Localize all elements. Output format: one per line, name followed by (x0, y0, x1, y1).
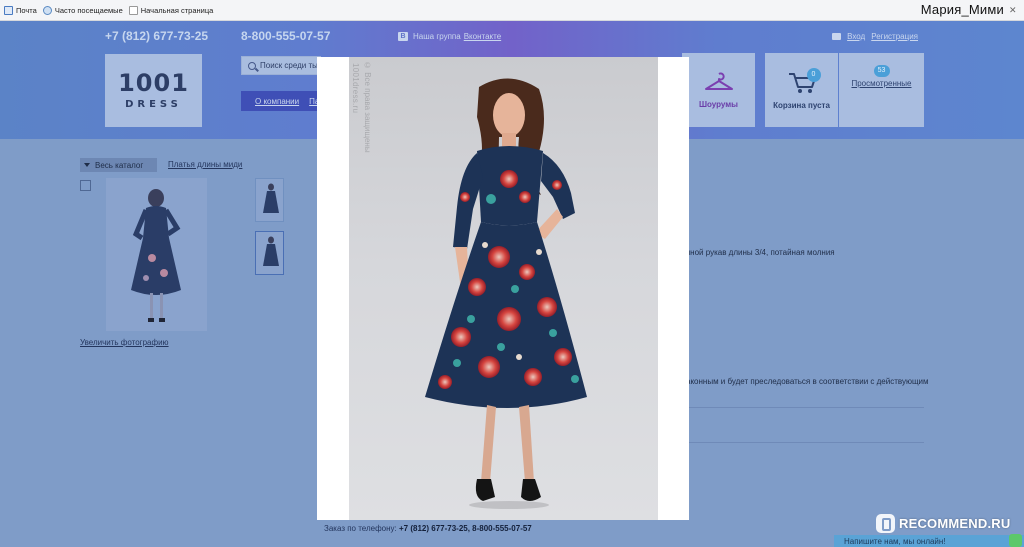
cart-icon: 0 (787, 67, 821, 95)
enlarge-photo-link[interactable]: Увеличить фотографию (80, 338, 169, 347)
bookmarks-bar: Почта Часто посещаемые Начальная страниц… (0, 0, 1024, 21)
divider (686, 407, 924, 408)
recommend-brand: RECOMMEND.RU (899, 516, 1011, 531)
legal-notice: аконным и будет преследоваться в соответ… (686, 377, 929, 386)
bookmark-label: Начальная страница (140, 5, 214, 15)
bookmark-label: Часто посещаемые (54, 5, 123, 15)
order-phones: +7 (812) 677-73-25, 8-800-555-07-57 (399, 524, 532, 533)
cart-label: Корзина пуста (773, 100, 830, 110)
mail-icon (4, 5, 13, 15)
photo-lightbox[interactable]: 1001dress.ru © Все права защищены (317, 57, 689, 520)
account-links: Вход Регистрация (832, 32, 924, 41)
catalog-label: Весь каталог (95, 160, 144, 170)
order-by-phone: Заказ по телефону: +7 (812) 677-73-25, 8… (324, 524, 532, 533)
frequent-icon (42, 5, 52, 15)
breadcrumb[interactable]: Платья длины миди (168, 160, 242, 169)
viewed-label: Просмотренные (851, 78, 912, 88)
bookmark-frequent[interactable]: Часто посещаемые (42, 5, 123, 15)
username-watermark: Мария_Мими (920, 2, 1004, 17)
watermark-rights: © Все права защищены (363, 61, 372, 153)
recommend-logo-icon (876, 514, 895, 533)
search-placeholder: Поиск среди ты (260, 61, 318, 70)
register-link[interactable]: Регистрация (871, 32, 918, 41)
recommend-watermark: RECOMMEND.RU (876, 514, 1010, 533)
vk-link[interactable]: Вконтакте (464, 32, 501, 41)
phone-free: 8-800-555-07-57 (241, 29, 331, 43)
bookmark-label: Почта (16, 5, 37, 15)
zoom-icon[interactable] (80, 180, 91, 191)
product-thumbnail[interactable] (255, 178, 284, 222)
online-chat-widget[interactable]: Напишите нам, мы онлайн! (834, 535, 1024, 547)
showrooms-button[interactable]: Шоурумы (682, 53, 755, 127)
catalog-button[interactable]: Весь каталог (80, 158, 157, 172)
vk-prefix: Наша группа (413, 32, 461, 41)
logo-word: DRESS (125, 99, 182, 110)
product-photo[interactable] (106, 178, 207, 331)
enlarged-product-photo: 1001dress.ru © Все права защищены (349, 57, 658, 520)
close-icon[interactable]: ✕ (1009, 5, 1021, 15)
dress-figure-small (131, 189, 181, 322)
cart-button[interactable]: 0 Корзина пуста (765, 53, 838, 127)
vk-group: В Наша группа Вконтакте (398, 32, 501, 41)
chat-status-icon (1009, 534, 1022, 547)
viewed-count-badge: 53 (873, 64, 890, 77)
main-nav: О компании Па (241, 91, 321, 111)
vk-icon: В (398, 32, 408, 41)
home-page-icon (128, 5, 138, 15)
search-input[interactable]: Поиск среди ты (241, 56, 321, 75)
product-description: чной рукав длины 3/4, потайная молния (686, 248, 835, 257)
viewed-button[interactable]: 53 Просмотренные (839, 53, 924, 127)
model-in-floral-dress (425, 78, 587, 509)
logo-number: 1001 (118, 69, 189, 97)
site-logo[interactable]: 1001 DRESS (105, 54, 202, 127)
divider (686, 442, 924, 443)
bookmark-mail[interactable]: Почта (4, 5, 37, 15)
order-prefix: Заказ по телефону: (324, 524, 397, 533)
cart-count-badge: 0 (806, 67, 821, 82)
user-icon (832, 33, 842, 40)
login-link[interactable]: Вход (847, 32, 865, 41)
bookmark-home[interactable]: Начальная страница (128, 5, 214, 15)
product-thumbnail[interactable] (255, 231, 284, 275)
hanger-icon (704, 72, 733, 90)
chat-text: Напишите нам, мы онлайн! (844, 536, 946, 546)
triangle-down-icon (84, 163, 90, 167)
showrooms-label: Шоурумы (698, 99, 739, 109)
watermark-site: 1001dress.ru (351, 63, 360, 114)
search-icon (248, 61, 256, 70)
nav-item-about[interactable]: О компании (255, 97, 299, 106)
phone-city: +7 (812) 677-73-25 (105, 29, 209, 43)
